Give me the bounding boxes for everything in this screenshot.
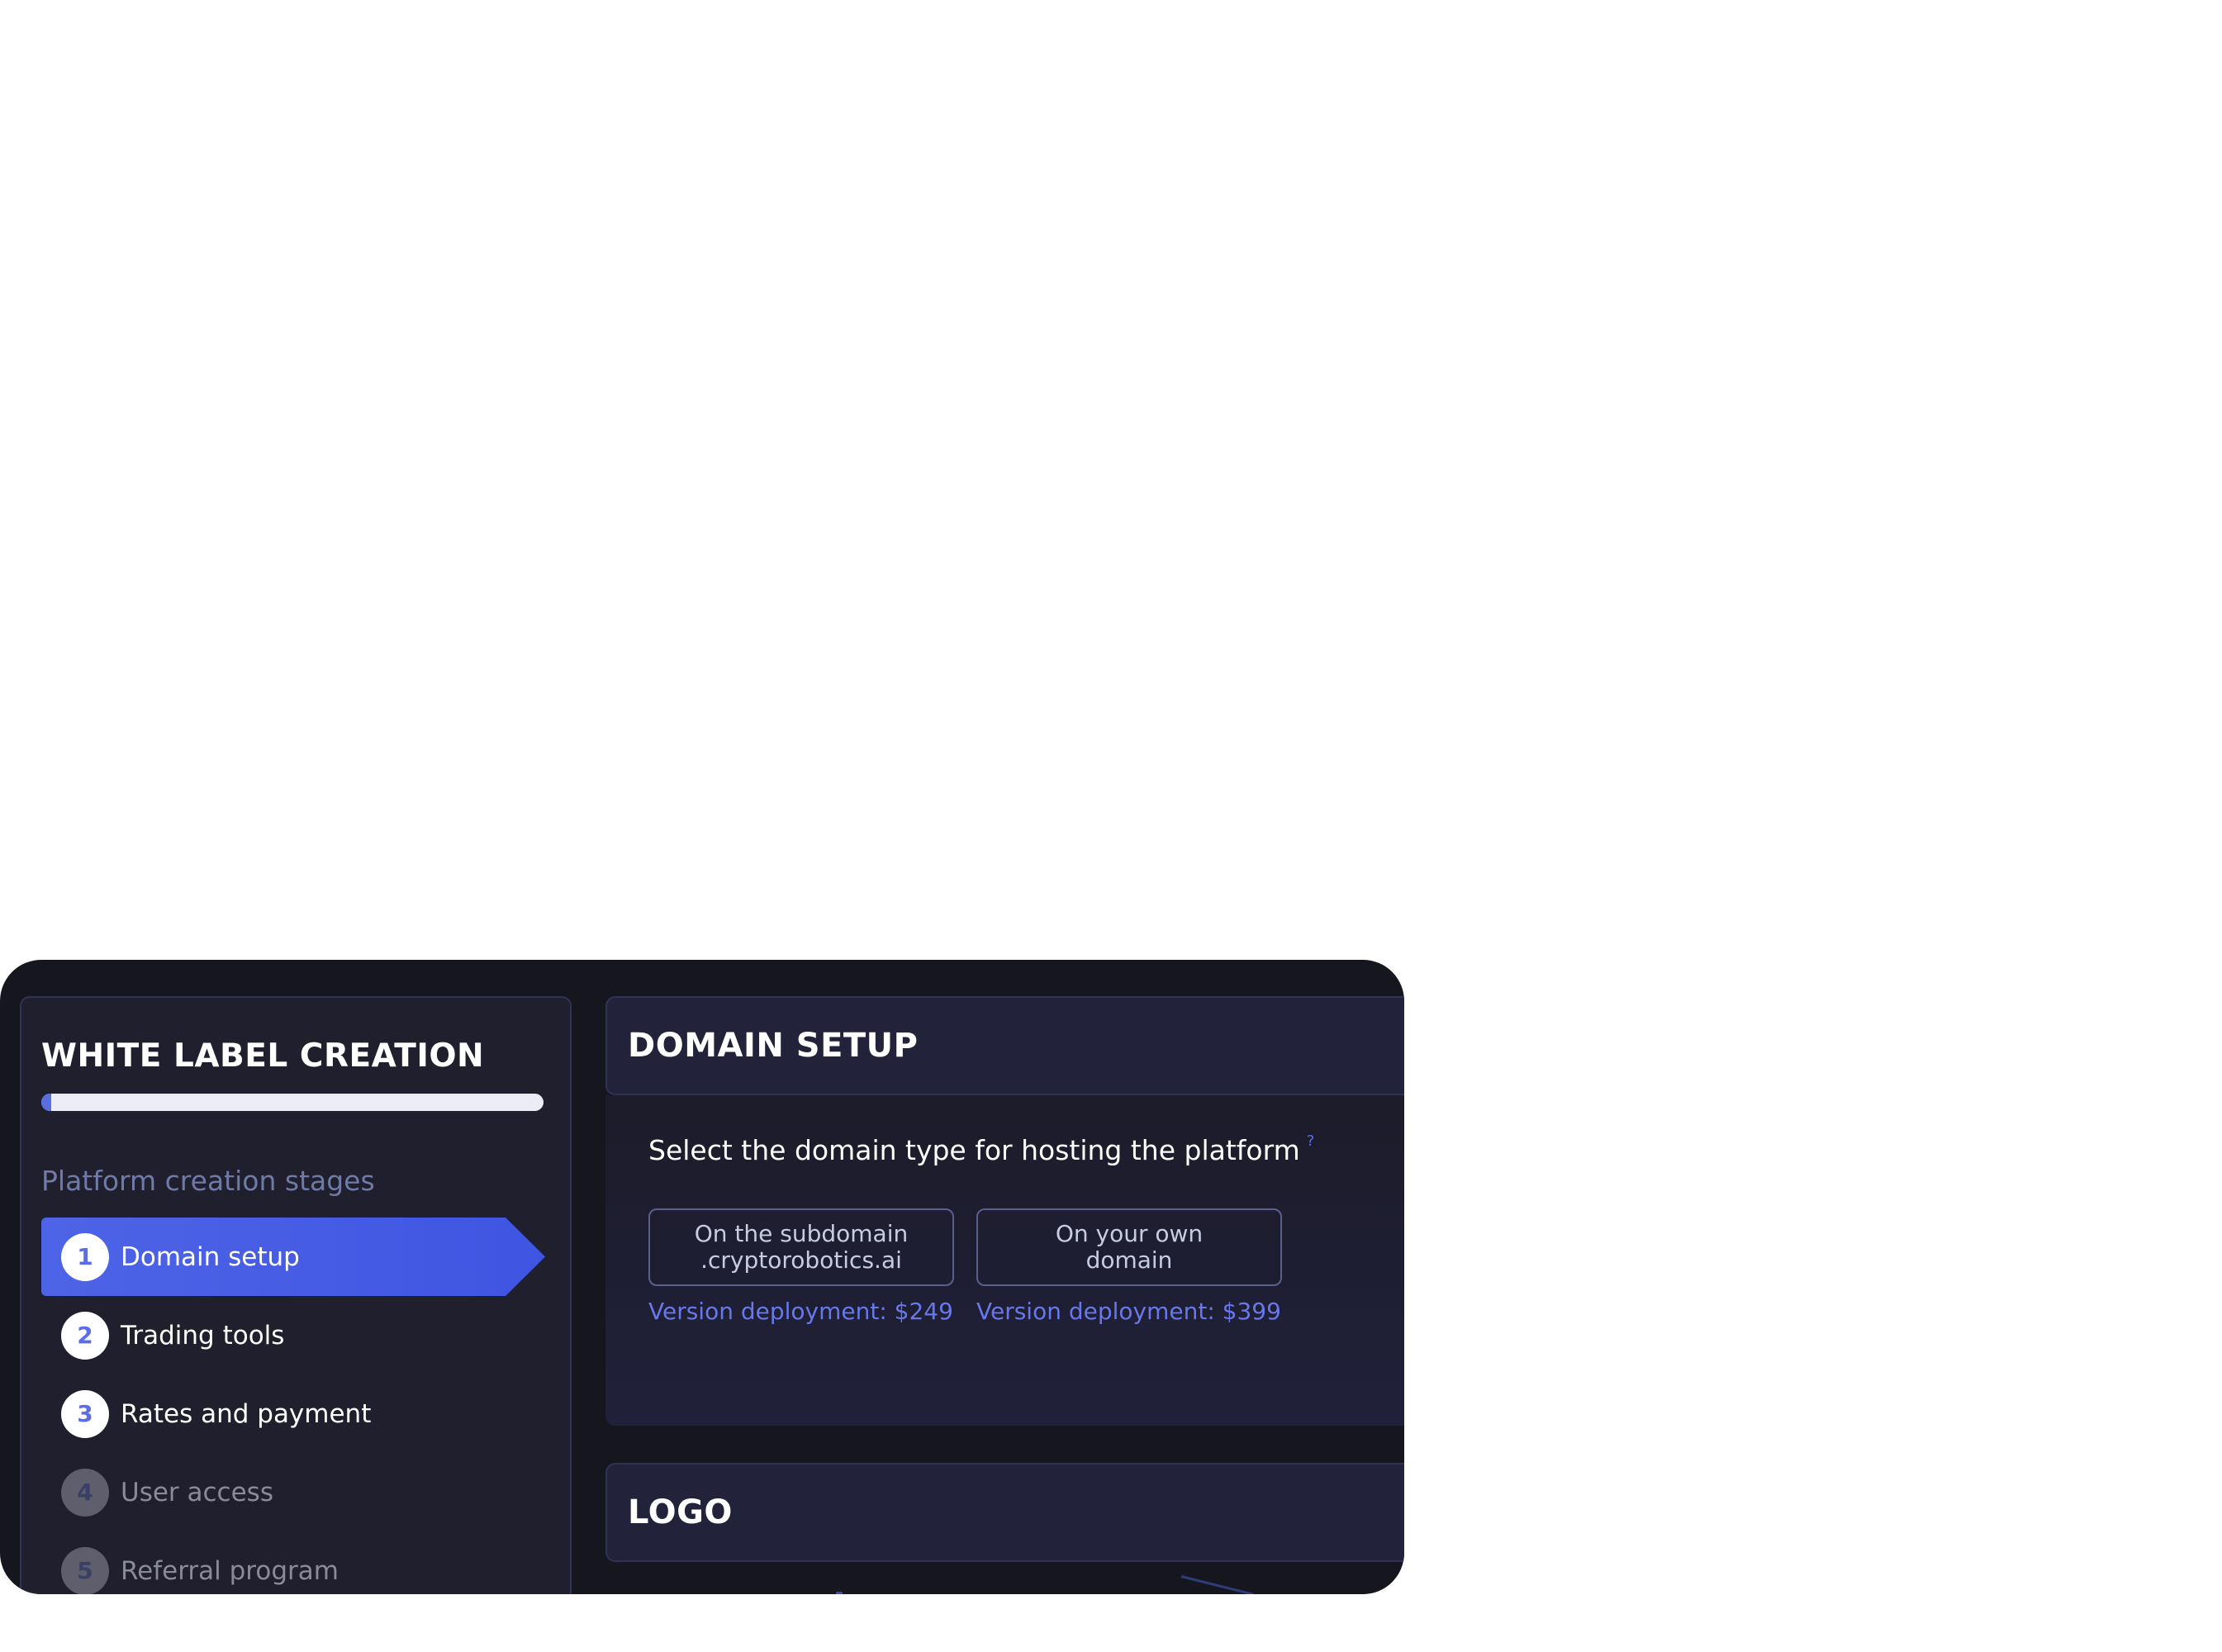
question-mark-icon[interactable]: ?: [1307, 1134, 1315, 1149]
background-decoration: [1180, 1575, 1254, 1594]
stage-number-badge: 3: [61, 1389, 109, 1438]
stage-number-badge: 1: [61, 1232, 109, 1281]
sidebar-title: WHITE LABEL CREATION: [41, 1037, 485, 1075]
logo-title: LOGO: [628, 1493, 733, 1531]
option-line: .cryptorobotics.ai: [700, 1246, 902, 1274]
option-line: domain: [1085, 1246, 1173, 1274]
stage-item-trading-tools[interactable]: 2 Trading tools: [41, 1296, 550, 1374]
own-domain-option-button[interactable]: On your own domain: [976, 1208, 1282, 1286]
stage-label: Trading tools: [121, 1320, 285, 1351]
domain-setup-title: DOMAIN SETUP: [628, 1027, 919, 1065]
stage-number-badge: 5: [61, 1546, 109, 1594]
stage-item-rates-and-payment[interactable]: 3 Rates and payment: [41, 1374, 550, 1453]
stage-number-badge: 4: [61, 1468, 109, 1517]
domain-setup-header: DOMAIN SETUP: [605, 996, 1404, 1095]
option-line: On your own: [1055, 1220, 1204, 1247]
subdomain-option-button[interactable]: On the subdomain .cryptorobotics.ai: [648, 1208, 954, 1286]
progress-bar-fill: [41, 1094, 52, 1111]
progress-bar: [41, 1094, 544, 1111]
subdomain-price: Version deployment: $249: [648, 1298, 953, 1325]
stage-item-user-access: 4 User access: [41, 1453, 550, 1531]
background-decoration: [836, 1592, 843, 1594]
logo-header: LOGO: [605, 1463, 1404, 1562]
domain-question: Select the domain type for hosting the p…: [648, 1134, 1315, 1167]
stage-label: User access: [121, 1477, 273, 1507]
stages-label: Platform creation stages: [41, 1165, 375, 1197]
white-label-app: WHITE LABEL CREATION Platform creation s…: [0, 960, 1404, 1594]
stage-number-badge: 2: [61, 1311, 109, 1360]
stage-item-domain-setup[interactable]: 1 Domain setup: [41, 1218, 545, 1296]
domain-question-text: Select the domain type for hosting the p…: [648, 1134, 1300, 1166]
stage-label: Domain setup: [121, 1241, 300, 1272]
stage-item-referral-program: 5 Referral program: [41, 1531, 550, 1594]
stage-label: Referral program: [121, 1555, 339, 1586]
domain-setup-body: Select the domain type for hosting the p…: [605, 1095, 1404, 1426]
own-domain-price: Version deployment: $399: [976, 1298, 1281, 1325]
option-line: On the subdomain: [694, 1220, 909, 1247]
stage-label: Rates and payment: [121, 1398, 372, 1429]
sidebar: WHITE LABEL CREATION Platform creation s…: [20, 996, 572, 1594]
stage-list: 1 Domain setup 2 Trading tools 3 Rates a…: [41, 1218, 550, 1594]
